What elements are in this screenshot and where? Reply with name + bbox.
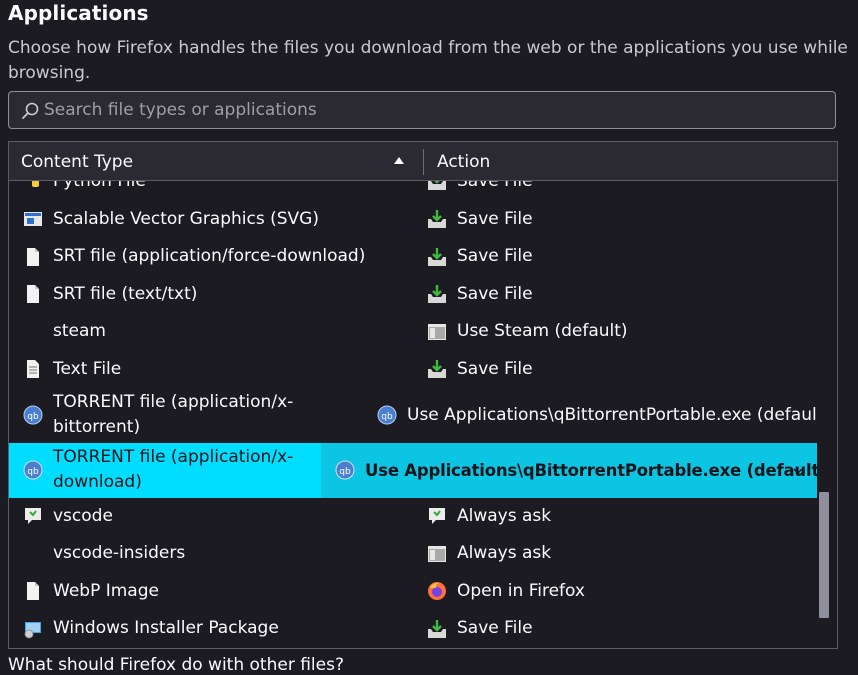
qbittorrent-icon: qb (377, 405, 397, 425)
table-row[interactable]: qb TORRENT file (application/x- bittorre… (9, 388, 817, 443)
search-icon (22, 102, 39, 119)
action-label: Save File (457, 284, 533, 304)
action-label: Save File (457, 181, 533, 191)
svg-file-icon (24, 212, 42, 226)
table-row[interactable]: vscode Always ask (9, 498, 817, 535)
action-label: Save File (457, 246, 533, 266)
qbittorrent-icon: qb (23, 460, 43, 480)
svg-text:qb: qb (339, 467, 351, 477)
content-type-line-2: download) (53, 472, 142, 492)
content-type-label: Scalable Vector Graphics (SVG) (53, 209, 319, 229)
text-file-icon (27, 360, 39, 378)
table-row[interactable]: SRT file (text/txt) Save File (9, 276, 817, 313)
content-type-label: Windows Installer Package (53, 618, 279, 638)
table-row[interactable]: vscode-insiders Always ask (9, 535, 817, 573)
content-type-label: SRT file (text/txt) (53, 284, 198, 304)
content-type-label: TORRENT file (application/x- download) (53, 445, 293, 495)
table-row[interactable]: Windows Installer Package Save File (9, 610, 817, 648)
installer-icon (24, 622, 41, 639)
vscode-icon (25, 508, 41, 524)
content-type-label: TORRENT file (application/x- bittorrent) (53, 390, 293, 440)
section-description: Choose how Firefox handles the files you… (8, 38, 848, 83)
save-file-icon (428, 210, 446, 228)
vscode-icon (429, 508, 445, 524)
page-title: Applications (8, 1, 149, 25)
save-file-icon (428, 285, 446, 303)
table-row[interactable]: WebP Image Open in Firefox (9, 573, 817, 610)
content-type-label: vscode-insiders (53, 543, 186, 563)
table-row[interactable]: Python File Save File (9, 181, 817, 199)
content-type-label: Python File (53, 181, 146, 191)
column-separator[interactable] (423, 149, 424, 175)
table-header: Content Type Action (9, 142, 837, 181)
firefox-icon (428, 582, 446, 600)
document-icon (27, 582, 39, 600)
table-row[interactable]: Scalable Vector Graphics (SVG) Save File (9, 201, 817, 238)
action-dropdown-value[interactable]: Use Applications\qBittorrentPortable.exe… (365, 458, 817, 483)
save-file-icon (428, 360, 446, 378)
scrollbar-thumb[interactable] (819, 492, 829, 618)
search-field[interactable]: Search file types or applications (8, 91, 836, 129)
content-type-label: WebP Image (53, 581, 159, 601)
content-type-line-1: TORRENT file (application/x- (53, 447, 294, 467)
sort-ascending-icon[interactable] (393, 156, 405, 166)
search-input[interactable]: Search file types or applications (44, 100, 317, 120)
action-label: Use Applications\qBittorrentPortable.exe… (407, 405, 817, 425)
action-label: Always ask (457, 543, 552, 563)
action-label: Save File (457, 209, 533, 229)
content-type-label: SRT file (application/force-download) (53, 246, 366, 266)
content-type-line-1: TORRENT file (application/x- (53, 392, 294, 412)
table-row[interactable]: SRT file (application/force-download) Sa… (9, 238, 817, 276)
action-label: Open in Firefox (457, 581, 585, 601)
chevron-down-icon[interactable] (792, 466, 804, 476)
svg-text:qb: qb (381, 412, 393, 422)
save-file-icon (428, 248, 446, 266)
table-row[interactable]: Text File Save File (9, 351, 817, 388)
save-file-icon (428, 620, 446, 638)
action-label: Use Steam (default) (457, 321, 628, 341)
application-icon (428, 546, 446, 562)
table-row[interactable]: steam Use Steam (default) (9, 313, 817, 351)
save-file-icon (428, 181, 446, 190)
qbittorrent-icon: qb (335, 460, 355, 480)
action-column-header[interactable]: Action (437, 152, 490, 172)
action-label: Save File (457, 359, 533, 379)
content-type-label: steam (53, 321, 106, 341)
action-label: Save File (457, 618, 533, 638)
content-type-line-2: bittorrent) (53, 417, 141, 437)
content-type-label: vscode (53, 506, 113, 526)
content-type-column-header[interactable]: Content Type (21, 152, 133, 172)
document-icon (27, 248, 39, 266)
svg-text:qb: qb (27, 467, 39, 477)
applications-table: Content Type Action Python File Save Fil… (8, 141, 838, 649)
svg-text:qb: qb (27, 412, 39, 422)
other-files-question: What should Firefox do with other files? (8, 655, 344, 675)
application-icon (428, 324, 446, 340)
python-file-icon (32, 181, 39, 187)
content-type-label: Text File (53, 359, 122, 379)
action-label: Always ask (457, 506, 552, 526)
document-icon (27, 285, 39, 303)
table-row-selected[interactable]: qb TORRENT file (application/x- download… (9, 443, 817, 498)
qbittorrent-icon: qb (23, 405, 43, 425)
table-body: Python File Save File Scalable Vector Gr… (9, 181, 817, 648)
